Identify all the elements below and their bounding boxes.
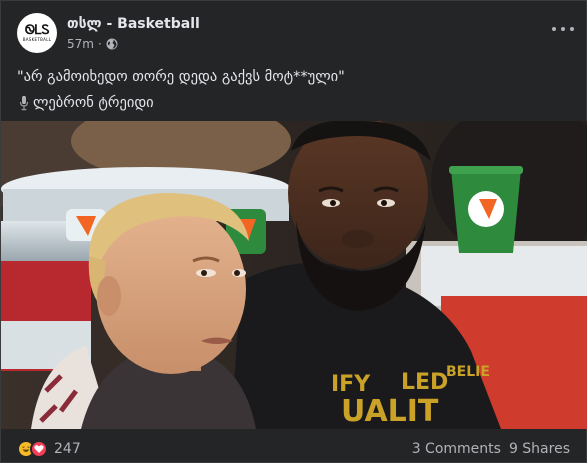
- love-icon: [30, 440, 48, 458]
- more-dot: [552, 27, 556, 31]
- svg-text:LED: LED: [401, 370, 448, 395]
- more-dot: [561, 27, 565, 31]
- page-avatar[interactable]: ᏫᏞᏚ BASKETBALL: [17, 13, 57, 53]
- post-stats: 3 Comments 9 Shares: [412, 441, 570, 457]
- photo-illustration: IFY LED UALIT BELIE: [1, 121, 587, 429]
- more-dot: [570, 27, 574, 31]
- post-caption: "არ გამოიხედო თორე დედა გაქვს მოტ**ული" …: [17, 64, 572, 116]
- reaction-count: 247: [54, 441, 81, 457]
- globe-icon: [106, 38, 118, 50]
- svg-text:BELIE: BELIE: [446, 364, 490, 380]
- post-header: ᏫᏞᏚ BASKETBALL თსლ - Basketball 57m ·: [17, 13, 574, 57]
- meta-dot: ·: [97, 37, 102, 51]
- reactions-summary[interactable]: 247: [17, 440, 81, 458]
- post-footer: 247 3 Comments 9 Shares: [17, 438, 570, 460]
- group-name-link[interactable]: Basketball: [117, 16, 200, 32]
- reaction-icons: [17, 440, 48, 458]
- caption-line-2: ლებრონ ტრეიდი: [17, 90, 572, 116]
- comments-link[interactable]: 3 Comments: [412, 441, 501, 457]
- post-author-line: თსლ - Basketball: [67, 16, 200, 32]
- page-name-link[interactable]: თსლ: [67, 16, 102, 32]
- caption-line-1: "არ გამოიხედო თორე დედა გაქვს მოტ**ული": [17, 69, 345, 85]
- microphone-icon: [19, 96, 29, 111]
- more-options-button[interactable]: [552, 21, 574, 37]
- post-meta: 57m ·: [67, 37, 118, 51]
- name-separator: -: [101, 16, 118, 32]
- facebook-post: ᏫᏞᏚ BASKETBALL თსლ - Basketball 57m · "ა…: [0, 0, 587, 463]
- post-photo[interactable]: IFY LED UALIT BELIE: [1, 121, 587, 429]
- shares-link[interactable]: 9 Shares: [509, 441, 570, 457]
- avatar-logo-subtitle: BASKETBALL: [22, 37, 52, 42]
- svg-text:UALIT: UALIT: [341, 394, 439, 429]
- caption-text-line-2: ლებრონ ტრეიდი: [33, 95, 154, 111]
- post-timestamp[interactable]: 57m: [67, 37, 94, 51]
- avatar-logo: ᏫᏞᏚ: [24, 23, 50, 38]
